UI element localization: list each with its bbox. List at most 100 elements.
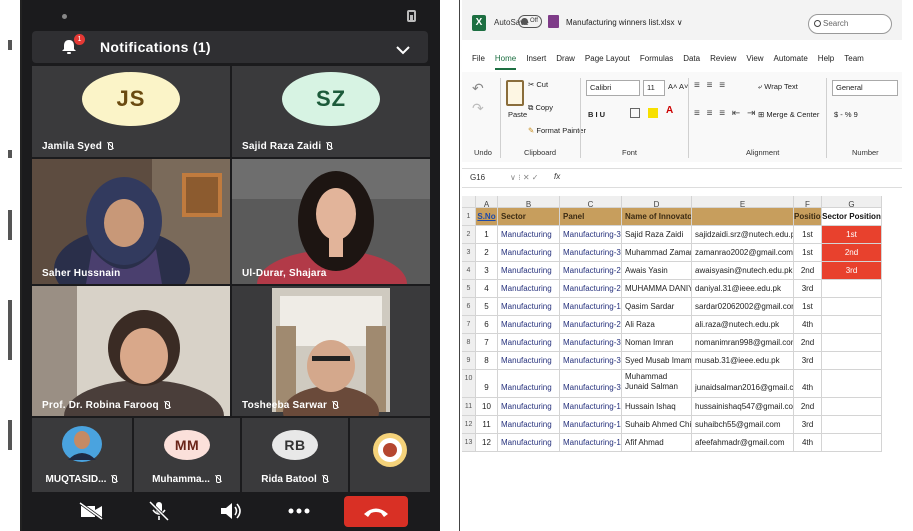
paste-icon[interactable] [506,80,524,106]
row-number[interactable]: 7 [462,316,476,334]
cell-n[interactable]: 5 [476,298,498,316]
cell-sector-position[interactable] [822,416,882,434]
mic-off-icon[interactable] [144,500,174,522]
row-number[interactable]: 9 [462,352,476,370]
header-cell-s-no[interactable]: S.No [476,208,498,226]
cell-name[interactable]: Syed Musab Imam [622,352,692,370]
ribbon-tab-automate[interactable]: Automate [774,48,808,70]
participant-tile-muqtasid[interactable]: MUQTASID... [32,418,132,492]
ribbon-tab-team[interactable]: Team [844,48,864,70]
cell-email[interactable]: sajidzaidi.srz@nutech.edu.pk [692,226,794,244]
name-box[interactable]: G16 [470,173,485,182]
cell-n[interactable]: 8 [476,352,498,370]
cell-sector[interactable]: Manufacturing [498,280,560,298]
cell-name[interactable]: Muhammad Junaid Salman [622,370,692,398]
ribbon-tab-help[interactable]: Help [818,48,834,70]
ribbon-tab-data[interactable]: Data [683,48,700,70]
cell-n[interactable]: 11 [476,416,498,434]
row-number[interactable]: 1 [462,208,476,226]
cell-panel[interactable]: Manufacturing-2 [560,316,622,334]
end-call-button[interactable] [344,496,408,527]
cell-name[interactable]: Muhammad Zaman [622,244,692,262]
cell-n[interactable]: 3 [476,262,498,280]
cell-name[interactable]: Sajid Raza Zaidi [622,226,692,244]
cell-position[interactable]: 3rd [794,416,822,434]
cell-sector[interactable]: Manufacturing [498,244,560,262]
camera-off-icon[interactable] [76,500,106,522]
cell-email[interactable]: suhaibch55@gmail.com [692,416,794,434]
cell-email[interactable]: daniyal.31@ieee.edu.pk [692,280,794,298]
cell-position[interactable]: 3rd [794,280,822,298]
column-header-c[interactable]: C [560,196,622,208]
header-cell-sector[interactable]: Sector [498,208,560,226]
cell-email[interactable]: musab.31@ieee.edu.pk [692,352,794,370]
ribbon-tab-review[interactable]: Review [710,48,736,70]
ribbon-tab-page-layout[interactable]: Page Layout [585,48,630,70]
column-header-d[interactable]: D [622,196,692,208]
header-cell-sector-position[interactable]: Sector Position [822,208,882,226]
column-header-g[interactable]: G [822,196,882,208]
font-size-select[interactable]: 11 [643,80,665,96]
merge-center-button[interactable]: ⊞ Merge & Center [758,110,819,119]
cell-n[interactable]: 10 [476,398,498,416]
header-cell-e[interactable] [692,208,794,226]
ribbon-tab-formulas[interactable]: Formulas [640,48,673,70]
number-format-select[interactable]: General [832,80,898,96]
cell-name[interactable]: Qasim Sardar [622,298,692,316]
cell-name[interactable]: Noman Imran [622,334,692,352]
cell-position[interactable]: 2nd [794,398,822,416]
cell-sector[interactable]: Manufacturing [498,298,560,316]
borders-icon[interactable] [630,108,640,118]
cell-sector-position[interactable] [822,370,882,398]
cell-position[interactable]: 4th [794,316,822,334]
ribbon-tab-insert[interactable]: Insert [526,48,546,70]
cell-n[interactable]: 1 [476,226,498,244]
select-all-corner[interactable] [462,196,476,208]
cell-position[interactable]: 4th [794,370,822,398]
number-format-buttons[interactable]: $ - % 9 [834,110,858,119]
cell-sector[interactable]: Manufacturing [498,398,560,416]
cell-email[interactable]: hussainishaq547@gmail.com [692,398,794,416]
participant-tile-sajid[interactable]: SZ Sajid Raza Zaidi [232,66,430,157]
cell-sector-position[interactable] [822,316,882,334]
cell-position[interactable]: 1st [794,298,822,316]
bold-italic-underline-buttons[interactable]: B I U [588,110,605,119]
cell-n[interactable]: 4 [476,280,498,298]
cell-n[interactable]: 2 [476,244,498,262]
formula-bar-icons[interactable]: ∨ ⁝ ✕ ✓ [510,173,538,182]
participant-tile-muhamma[interactable]: MM Muhamma... [134,418,240,492]
cell-n[interactable]: 6 [476,316,498,334]
redo-icon[interactable]: ↷ [472,100,484,117]
horizontal-align-icons[interactable]: ≡ ≡ ≡ ⇤ ⇥ [694,108,757,119]
search-input[interactable]: Search [808,14,892,34]
undo-icon[interactable]: ↶ [472,80,484,97]
cell-panel[interactable]: Manufacturing-3 [560,244,622,262]
wrap-text-button[interactable]: ⤶ Wrap Text [758,82,798,92]
cell-email[interactable]: junaidsalman2016@gmail.com [692,370,794,398]
cell-sector-position[interactable] [822,280,882,298]
row-number[interactable]: 5 [462,280,476,298]
column-header-e[interactable]: E [692,196,794,208]
autosave-toggle[interactable]: Off [518,15,542,28]
cut-button[interactable]: ✂ Cut [528,80,548,89]
cell-email[interactable]: sardar02062002@gmail.com [692,298,794,316]
cell-panel[interactable]: Manufacturing-3 [560,370,622,398]
cell-sector[interactable]: Manufacturing [498,352,560,370]
cell-position[interactable]: 1st [794,226,822,244]
save-icon[interactable] [548,15,559,28]
cell-panel[interactable]: Manufacturing-1 [560,434,622,452]
cell-sector[interactable]: Manufacturing [498,334,560,352]
cell-sector-position[interactable] [822,298,882,316]
participant-tile-saher[interactable]: Saher Hussnain [32,159,230,284]
cell-sector-position[interactable] [822,334,882,352]
cell-email[interactable]: zamanrao2002@gmail.com [692,244,794,262]
cell-n[interactable]: 7 [476,334,498,352]
cell-sector-position[interactable] [822,398,882,416]
cell-n[interactable]: 9 [476,370,498,398]
cell-sector-position[interactable]: 3rd [822,262,882,280]
cell-panel[interactable]: Manufacturing-3 [560,226,622,244]
cell-n[interactable]: 12 [476,434,498,452]
cell-panel[interactable]: Manufacturing-1 [560,298,622,316]
header-cell-position[interactable]: Position [794,208,822,226]
vertical-align-icons[interactable]: ≡ ≡ ≡ [694,80,727,91]
